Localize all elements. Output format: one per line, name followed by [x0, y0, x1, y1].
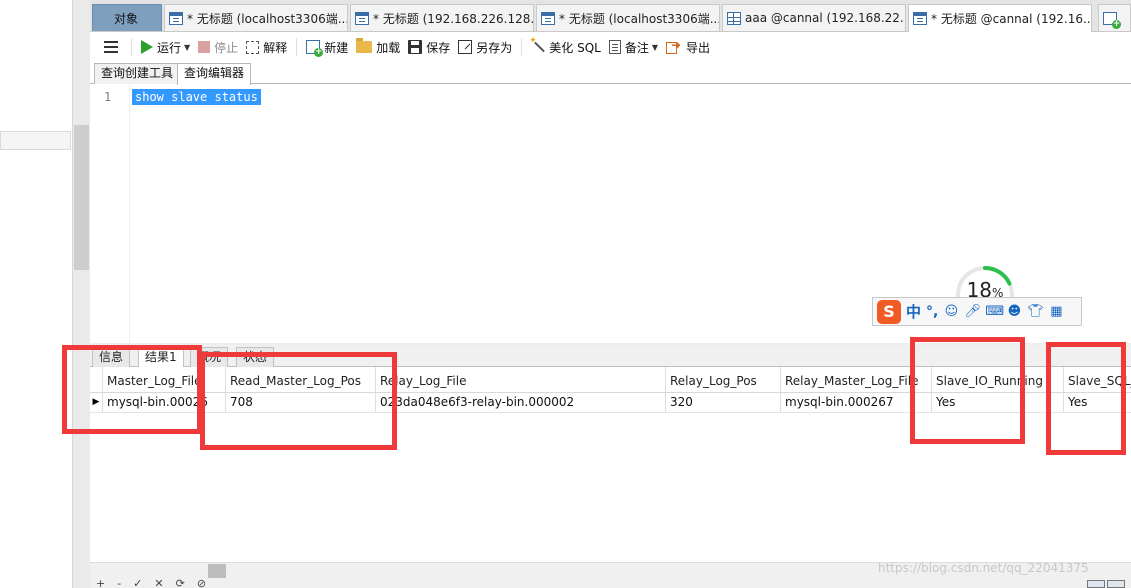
new-query-icon — [306, 40, 324, 57]
line-number: 1 — [104, 90, 112, 104]
watermark: https://blog.csdn.net/qq_22041375 — [878, 561, 1089, 575]
highlight-master-log-file — [62, 345, 202, 434]
tab-label: 对象 — [113, 11, 138, 26]
run-button[interactable]: 运行 ▼ — [137, 36, 194, 58]
save-as-icon — [458, 40, 473, 54]
toolbar-divider — [131, 38, 132, 56]
highlight-slave-sql-running — [1046, 342, 1126, 455]
navigator-selected-row[interactable] — [0, 131, 71, 150]
menu-button[interactable] — [100, 36, 126, 58]
explain-icon — [246, 40, 260, 54]
user-icon[interactable]: ☻ — [1006, 304, 1022, 320]
status-bar: +-✓✕⟳⊘ — [90, 579, 1131, 588]
export-label: 导出 — [686, 40, 711, 55]
load-label: 加载 — [376, 40, 401, 55]
save-as-label: 另存为 — [476, 40, 513, 55]
grid-menu-icon[interactable]: ▦ — [1048, 304, 1064, 320]
toolbar-divider — [296, 38, 298, 56]
menu-icon — [104, 41, 118, 53]
record-nav-icons[interactable]: +-✓✕⟳⊘ — [96, 579, 218, 588]
save-button[interactable]: 保存 — [404, 36, 454, 58]
grid-cell[interactable]: 023da048e6f3-relay-bin.000002 — [375, 393, 665, 412]
stop-button[interactable]: 停止 — [194, 36, 242, 58]
navigator-pane — [0, 0, 72, 588]
ime-punctuation-toggle[interactable]: °, — [926, 304, 938, 320]
export-button[interactable]: 导出 — [662, 36, 714, 58]
table-icon — [727, 11, 741, 25]
stop-icon — [198, 41, 211, 53]
column-header[interactable]: Relay_Log_File — [375, 367, 665, 392]
tab-query-editor[interactable]: 查询编辑器 — [177, 63, 252, 85]
tab-query-3[interactable]: * 无标题 (localhost3306端... — [536, 4, 720, 31]
sql-selected-text[interactable]: show slave status — [132, 89, 261, 105]
microphone-icon[interactable]: 🎤︎ — [964, 304, 981, 320]
line-number-gutter: 1 — [90, 85, 130, 343]
tab-label: * 无标题 (localhost3306端... — [559, 11, 720, 26]
grid-view-icon[interactable] — [1087, 580, 1105, 588]
sogou-logo-icon[interactable]: S — [877, 299, 901, 324]
tab-query-builder[interactable]: 查询创建工具 — [94, 63, 181, 84]
save-as-button[interactable]: 另存为 — [454, 36, 516, 58]
load-button[interactable]: 加载 — [352, 36, 404, 58]
note-icon — [608, 40, 621, 54]
query-icon — [355, 11, 369, 25]
ime-toolbar[interactable]: S 中 °, ☺ 🎤︎ ⌨ ☻ 👕︎ ▦ — [872, 297, 1082, 326]
note-dropdown-chevron-icon[interactable]: ▼ — [652, 43, 658, 52]
new-button[interactable]: 新建 — [302, 36, 352, 58]
ime-mode-toggle[interactable]: 中 — [906, 301, 921, 322]
toolbar-divider — [521, 38, 523, 56]
folder-icon — [356, 38, 373, 53]
magic-wand-icon — [529, 36, 545, 54]
save-label: 保存 — [426, 40, 451, 55]
new-query-tab-icon — [1103, 11, 1121, 29]
tab-label: * 无标题 @cannal (192.16... — [931, 12, 1092, 26]
tab-table-aaa[interactable]: aaa @cannal (192.168.22... — [722, 4, 906, 31]
keyboard-icon[interactable]: ⌨ — [985, 304, 1004, 320]
navigator-scrollbar[interactable] — [72, 0, 90, 588]
query-icon — [169, 11, 183, 25]
highlight-read-master-log-pos — [200, 352, 397, 450]
run-dropdown-chevron-icon[interactable]: ▼ — [184, 43, 190, 52]
play-icon — [141, 40, 153, 54]
column-header[interactable]: Relay_Log_Pos — [665, 367, 780, 392]
smiley-icon[interactable]: ☺ — [943, 304, 959, 320]
note-button[interactable]: 备注 ▼ — [605, 36, 662, 58]
highlight-slave-io-running — [910, 337, 1025, 444]
query-icon — [913, 12, 927, 25]
horizontal-scroll-thumb[interactable] — [208, 564, 226, 578]
run-label: 运行 — [157, 40, 182, 55]
beautify-sql-button[interactable]: 美化 SQL — [527, 36, 605, 58]
query-icon — [541, 11, 555, 25]
explain-button[interactable]: 解释 — [242, 36, 291, 58]
query-toolbar: 运行 ▼ 停止 解释 新建 加载 保存 另存为 美化 SQL 备注 ▼ 导出 — [90, 33, 1131, 61]
editor-mode-tabs: 查询创建工具 查询编辑器 — [90, 61, 1131, 85]
tab-query-active[interactable]: * 无标题 @cannal (192.16... — [908, 4, 1092, 32]
tab-objects[interactable]: 对象 — [92, 4, 162, 31]
tab-label: * 无标题 (localhost3306端... — [187, 11, 348, 26]
note-label: 备注 — [624, 40, 649, 55]
save-icon — [408, 40, 423, 54]
column-header[interactable]: Relay_Master_Log_File — [780, 367, 931, 392]
tab-query-1[interactable]: * 无标题 (localhost3306端... — [164, 4, 348, 31]
view-mode-switch — [1087, 580, 1125, 588]
beautify-label: 美化 SQL — [549, 40, 601, 55]
tab-query-2[interactable]: * 无标题 (192.168.226.128... — [350, 4, 534, 31]
new-tab-button[interactable] — [1098, 4, 1131, 31]
stop-label: 停止 — [214, 40, 239, 55]
tab-label: aaa @cannal (192.168.22... — [745, 11, 906, 25]
grid-cell[interactable]: mysql-bin.000267 — [780, 393, 931, 412]
navigator-scroll-thumb[interactable] — [74, 125, 89, 270]
export-icon — [666, 38, 682, 54]
document-tab-bar: 对象 * 无标题 (localhost3306端... * 无标题 (192.1… — [90, 0, 1131, 32]
tab-label: * 无标题 (192.168.226.128... — [373, 11, 534, 26]
new-label: 新建 — [324, 40, 349, 55]
explain-label: 解释 — [263, 40, 288, 55]
grid-cell[interactable]: 320 — [665, 393, 780, 412]
shirt-icon[interactable]: 👕︎ — [1027, 304, 1044, 320]
form-view-icon[interactable] — [1107, 580, 1125, 588]
